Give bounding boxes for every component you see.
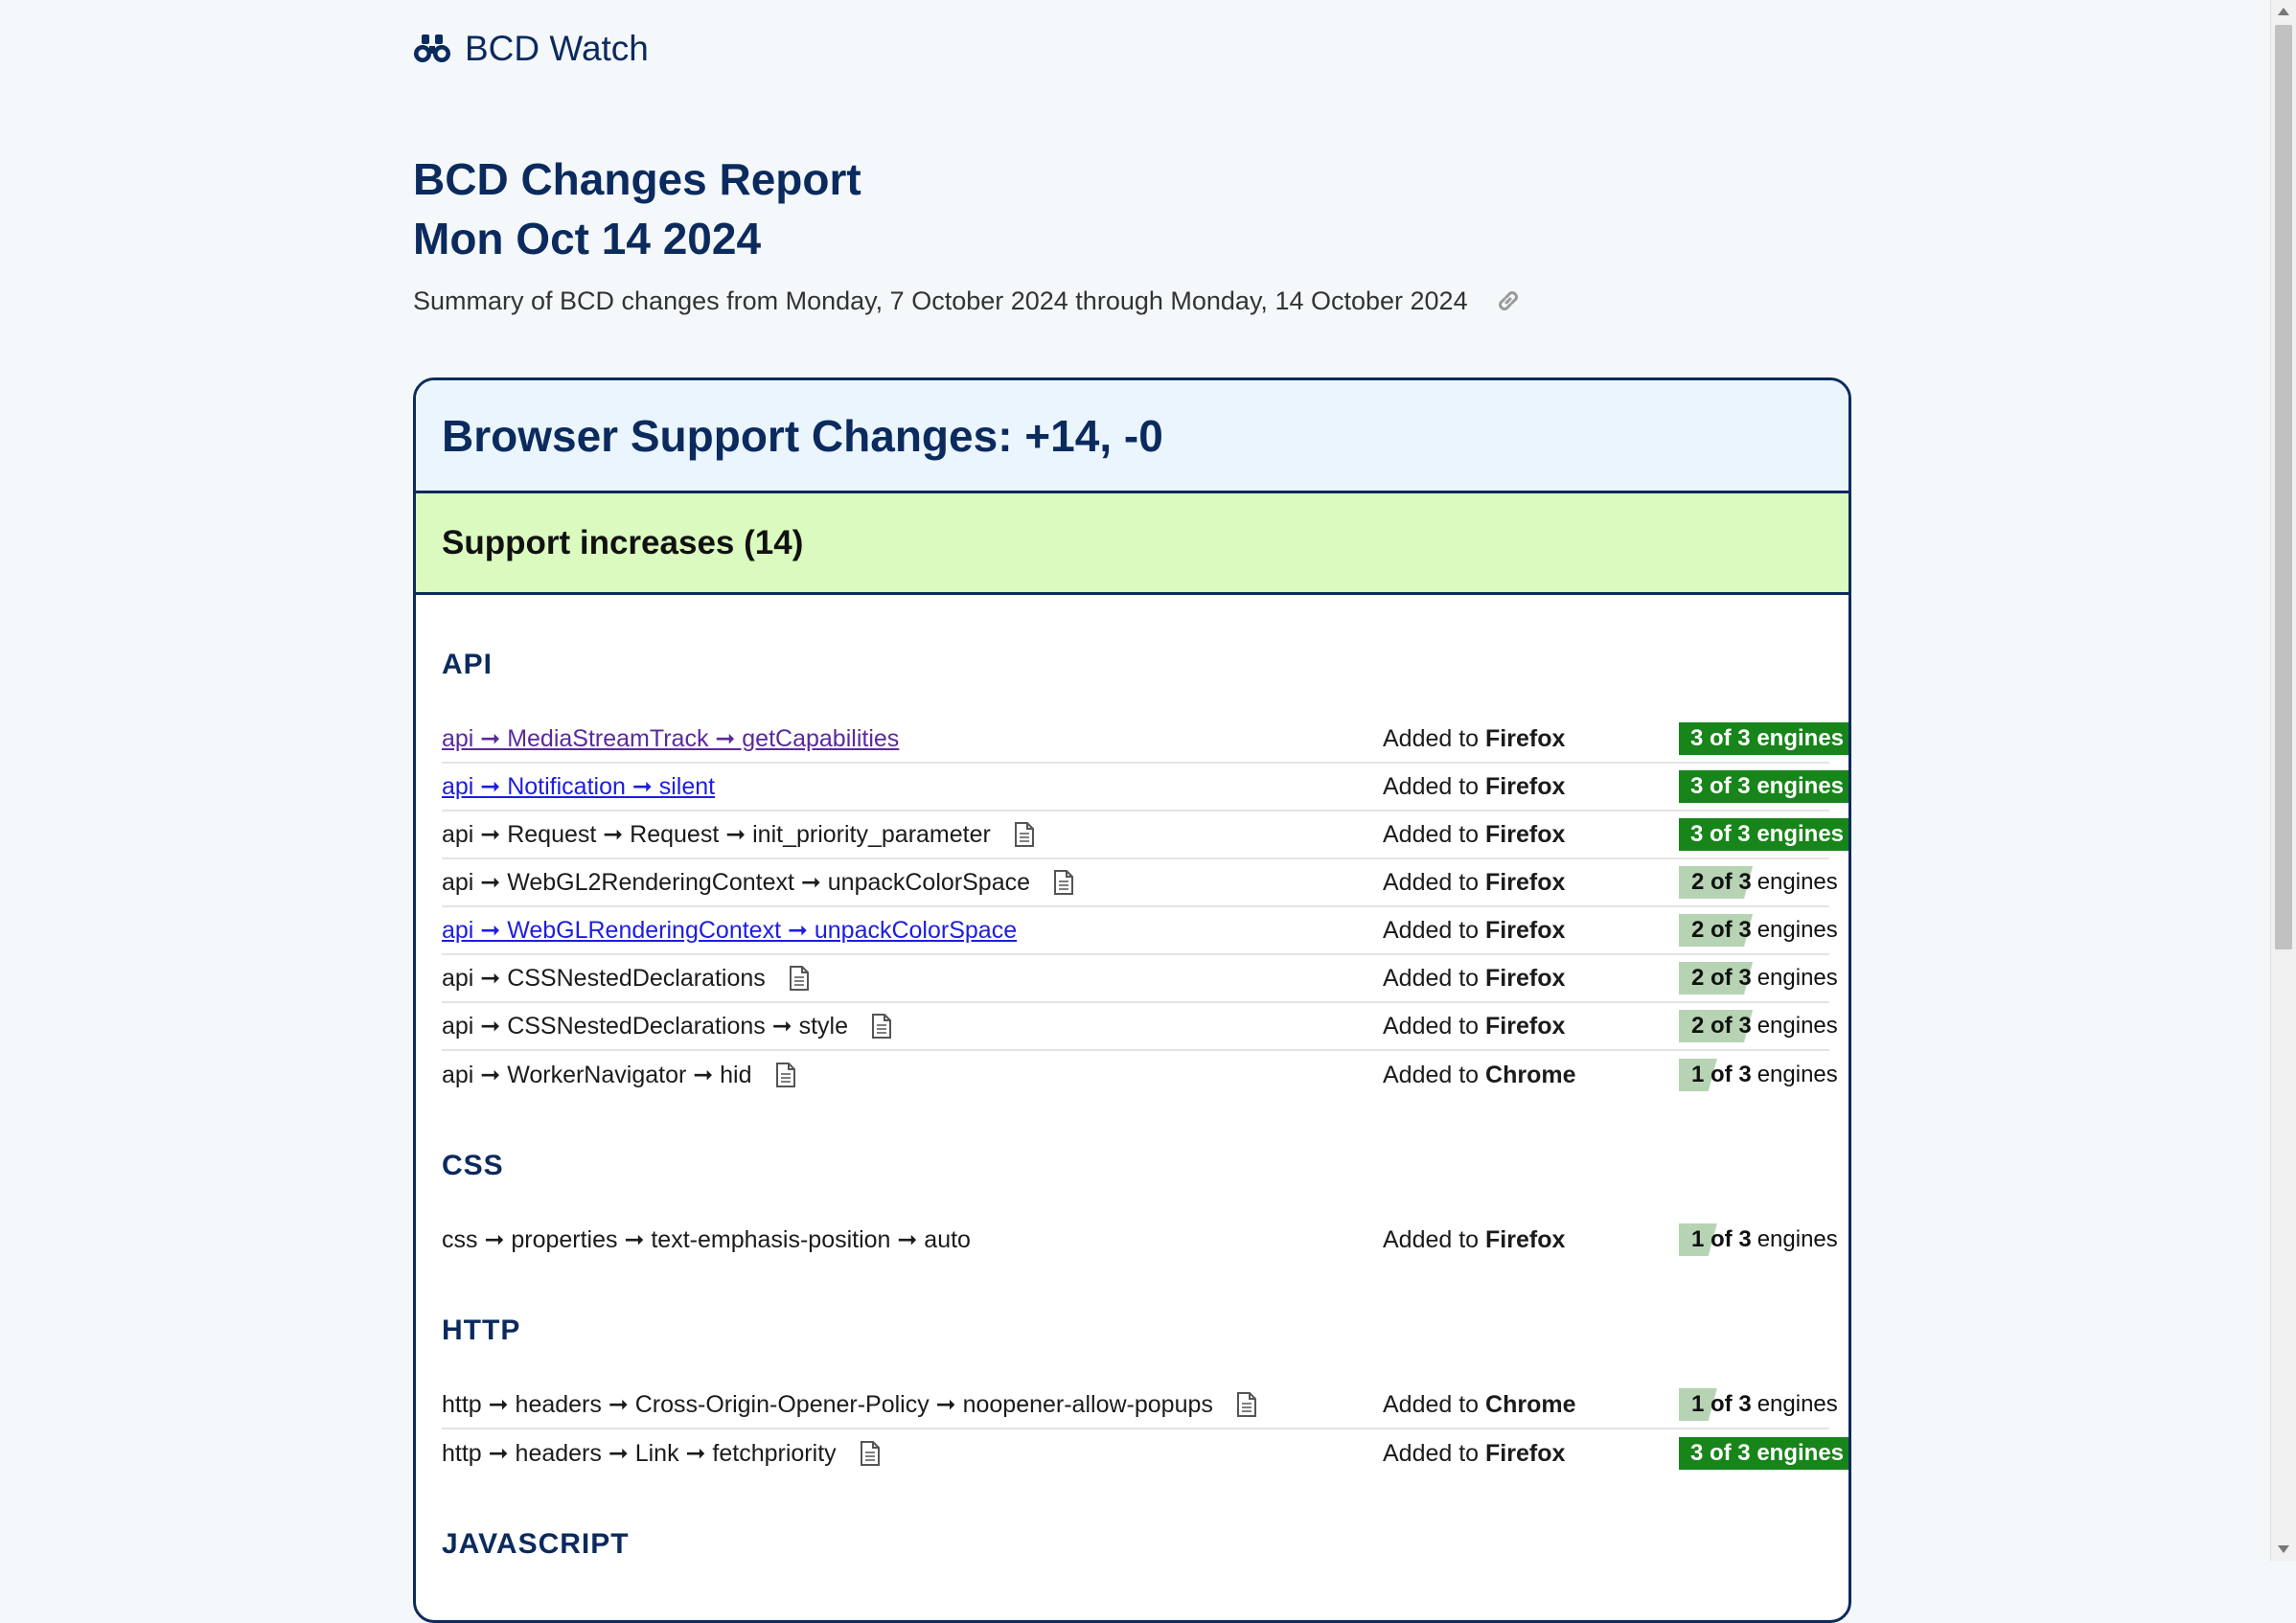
browser-name: Firefox xyxy=(1485,772,1566,800)
section-javascript: JAVASCRIPT xyxy=(442,1528,630,1560)
added-to: Added to Firefox xyxy=(1383,1225,1566,1253)
feature-path: http ➞ headers ➞ Link ➞ fetchpriority xyxy=(442,1440,837,1467)
engines-badge: 2 of 3 engines xyxy=(1679,962,1848,994)
feature-link[interactable]: api ➞ WebGLRenderingContext ➞ unpackColo… xyxy=(442,916,1017,945)
list-item: api ➞ CSSNestedDeclarations ➞ style Adde… xyxy=(442,1003,1848,1051)
page-title-line1: BCD Changes Report xyxy=(413,154,861,204)
browser-name: Firefox xyxy=(1485,1225,1566,1253)
engines-badge: 1 of 3 engines xyxy=(1679,1388,1848,1421)
link-icon[interactable] xyxy=(1493,286,1524,316)
engines-badge: 3 of 3 engines xyxy=(1679,722,1848,755)
list-item: http ➞ headers ➞ Link ➞ fetchpriority Ad… xyxy=(442,1429,1848,1477)
report-summary: Summary of BCD changes from Monday, 7 Oc… xyxy=(413,286,1524,316)
engines-badge: 2 of 3 engines xyxy=(1679,1010,1848,1042)
document-icon[interactable] xyxy=(775,1062,796,1088)
browser-name: Chrome xyxy=(1485,1061,1576,1088)
scroll-up-icon[interactable] xyxy=(2278,8,2289,15)
section-css: CSS xyxy=(442,1150,504,1181)
feature-path: api ➞ WebGL2RenderingContext ➞ unpackCol… xyxy=(442,869,1031,896)
feature-path: api ➞ CSSNestedDeclarations xyxy=(442,965,766,992)
brand-name: BCD Watch xyxy=(465,29,649,68)
page-title-line2: Mon Oct 14 2024 xyxy=(413,214,762,263)
browser-name: Firefox xyxy=(1485,916,1566,944)
support-increases-heading: Support increases (14) xyxy=(416,493,1848,595)
document-icon[interactable] xyxy=(1014,821,1035,848)
list-item: api ➞ Notification ➞ silent Added to Fir… xyxy=(442,764,1848,812)
feature-path: api ➞ CSSNestedDeclarations ➞ style xyxy=(442,1013,849,1040)
scrollbar-thumb[interactable] xyxy=(2275,25,2292,949)
page-title: BCD Changes Report Mon Oct 14 2024 xyxy=(413,149,861,268)
document-icon[interactable] xyxy=(1236,1391,1257,1418)
added-to: Added to Firefox xyxy=(1383,868,1566,896)
added-to: Added to Firefox xyxy=(1383,964,1566,992)
feature-path: api ➞ Request ➞ Request ➞ init_priority_… xyxy=(442,821,991,848)
added-to: Added to Firefox xyxy=(1383,1439,1566,1467)
feature-path: css ➞ properties ➞ text-emphasis-positio… xyxy=(442,1226,971,1253)
list-item: http ➞ headers ➞ Cross-Origin-Opener-Pol… xyxy=(442,1382,1848,1429)
engines-badge: 3 of 3 engines xyxy=(1679,1437,1848,1470)
document-icon[interactable] xyxy=(871,1013,892,1040)
list-item: api ➞ WebGL2RenderingContext ➞ unpackCol… xyxy=(442,859,1848,907)
scroll-down-icon[interactable] xyxy=(2278,1545,2289,1553)
list-item: api ➞ CSSNestedDeclarations Added to Fir… xyxy=(442,955,1848,1003)
section-api: API xyxy=(442,649,494,680)
feature-link[interactable]: api ➞ Notification ➞ silent xyxy=(442,772,715,801)
added-to: Added to Firefox xyxy=(1383,820,1566,848)
list-item: api ➞ Request ➞ Request ➞ init_priority_… xyxy=(442,812,1848,859)
document-icon[interactable] xyxy=(1053,869,1074,896)
added-to: Added to Firefox xyxy=(1383,916,1566,944)
browser-name: Firefox xyxy=(1485,1012,1566,1040)
feature-path: http ➞ headers ➞ Cross-Origin-Opener-Pol… xyxy=(442,1391,1213,1418)
added-to: Added to Firefox xyxy=(1383,1012,1566,1040)
summary-text: Summary of BCD changes from Monday, 7 Oc… xyxy=(413,286,1468,315)
list-item: api ➞ MediaStreamTrack ➞ getCapabilities… xyxy=(442,716,1848,764)
engines-badge: 2 of 3 engines xyxy=(1679,866,1848,899)
feature-link[interactable]: api ➞ MediaStreamTrack ➞ getCapabilities xyxy=(442,724,899,753)
engines-badge: 3 of 3 engines xyxy=(1679,770,1848,803)
browser-name: Chrome xyxy=(1485,1390,1576,1418)
card-heading: Browser Support Changes: +14, -0 xyxy=(416,380,1848,493)
document-icon[interactable] xyxy=(789,965,810,992)
added-to: Added to Chrome xyxy=(1383,1061,1576,1088)
feature-path: api ➞ WorkerNavigator ➞ hid xyxy=(442,1062,752,1088)
browser-support-card: Browser Support Changes: +14, -0 Support… xyxy=(413,377,1851,1623)
browser-name: Firefox xyxy=(1485,868,1566,896)
engines-badge: 2 of 3 engines xyxy=(1679,914,1848,947)
binoculars-icon xyxy=(414,34,450,62)
browser-name: Firefox xyxy=(1485,1439,1566,1467)
added-to: Added to Firefox xyxy=(1383,772,1566,800)
engines-badge: 1 of 3 engines xyxy=(1679,1223,1848,1256)
scrollbar[interactable] xyxy=(2270,0,2296,1561)
added-to: Added to Firefox xyxy=(1383,724,1566,752)
list-item: api ➞ WorkerNavigator ➞ hid Added to Chr… xyxy=(442,1051,1848,1099)
document-icon[interactable] xyxy=(860,1440,881,1467)
added-to: Added to Chrome xyxy=(1383,1390,1576,1418)
browser-name: Firefox xyxy=(1485,724,1566,752)
list-item: css ➞ properties ➞ text-emphasis-positio… xyxy=(442,1216,1848,1264)
engines-badge: 3 of 3 engines xyxy=(1679,818,1848,851)
brand-logo[interactable]: BCD Watch xyxy=(413,29,649,69)
browser-name: Firefox xyxy=(1485,964,1566,992)
list-item: api ➞ WebGLRenderingContext ➞ unpackColo… xyxy=(442,907,1848,955)
engines-badge: 1 of 3 engines xyxy=(1679,1059,1848,1091)
browser-name: Firefox xyxy=(1485,820,1566,848)
section-http: HTTP xyxy=(442,1314,521,1346)
